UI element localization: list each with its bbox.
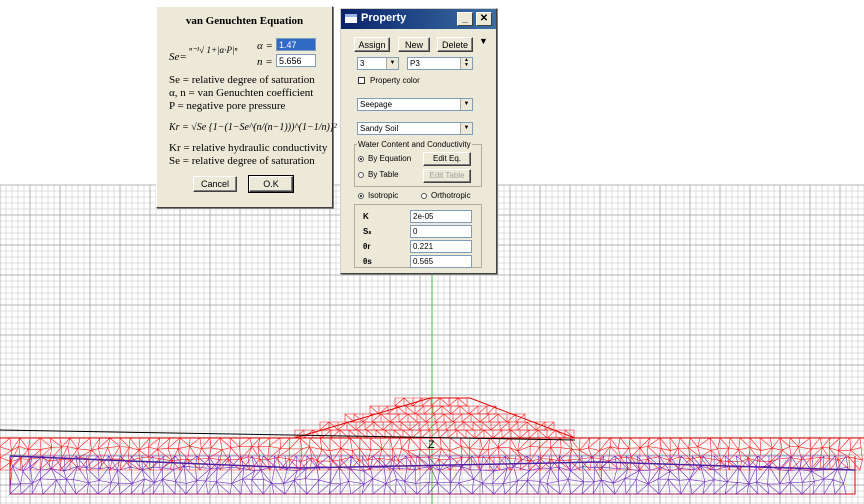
se-equation-lhs: Se= <box>169 51 187 63</box>
by-table-label: By Table <box>368 170 399 179</box>
water-content-group-title: Water Content and Conductivity <box>357 140 472 149</box>
axis-label: Z <box>428 439 435 451</box>
chevron-down-icon: ▼ <box>460 99 472 110</box>
material-value: Sandy Soil <box>360 124 399 133</box>
orthotropic-radio[interactable] <box>421 193 427 199</box>
edit-eq-button[interactable]: Edit Eq. <box>423 152 471 166</box>
def-se-2: Se = relative degree of saturation <box>169 155 315 167</box>
alpha-input[interactable] <box>276 38 316 51</box>
property-id-dropdown[interactable]: 3 ▼ <box>357 57 399 70</box>
ss-label: Sₛ <box>363 227 372 236</box>
analysis-type-value: Seepage <box>360 100 393 109</box>
window-icon <box>345 14 357 23</box>
isotropic-label: Isotropic <box>368 191 399 200</box>
assign-button[interactable]: Assign <box>354 37 390 52</box>
alpha-label: α = <box>257 40 273 52</box>
k-input[interactable]: 2e-05 <box>410 210 472 223</box>
theta-r-label: θr <box>363 242 371 251</box>
property-title: Property <box>361 12 407 24</box>
property-dialog: Property _ ✕ Assign New Delete ▼ 3 ▼ P3 … <box>340 8 497 274</box>
def-p: P = negative pore pressure <box>169 100 286 112</box>
property-titlebar[interactable]: Property _ ✕ <box>341 9 496 29</box>
close-icon[interactable]: ✕ <box>476 12 492 26</box>
theta-r-input[interactable]: 0.221 <box>410 240 472 253</box>
by-equation-radio[interactable] <box>358 156 364 162</box>
edit-table-button[interactable]: Edit Table <box>423 169 471 183</box>
k-label: K <box>363 212 369 221</box>
analysis-type-dropdown[interactable]: Seepage ▼ <box>357 98 473 111</box>
def-alpha-n: α, n = van Genuchten coefficient <box>169 87 314 99</box>
se-equation-rhs: ⁿ⁻¹√ 1+|α·P|ⁿ <box>189 45 238 55</box>
van-genuchten-dialog: van Genuchten Equation Se= ⁿ⁻¹√ 1+|α·P|ⁿ… <box>156 6 337 208</box>
property-name-spinner[interactable]: P3 ▲ ▼ <box>407 57 473 70</box>
n-input[interactable] <box>276 54 316 67</box>
property-id-value: 3 <box>360 59 365 68</box>
by-table-radio[interactable] <box>358 172 364 178</box>
minimize-icon[interactable]: _ <box>457 12 473 26</box>
by-equation-label: By Equation <box>368 154 412 163</box>
def-kr: Kr = relative hydraulic conductivity <box>169 142 328 154</box>
n-label: n = <box>257 56 273 68</box>
theta-s-input[interactable]: 0.565 <box>410 255 472 268</box>
material-dropdown[interactable]: Sandy Soil ▼ <box>357 122 473 135</box>
new-button[interactable]: New <box>398 37 430 52</box>
property-name-value: P3 <box>410 59 420 68</box>
chevron-down-icon: ▼ <box>386 58 398 69</box>
property-color-checkbox[interactable] <box>358 77 365 84</box>
property-color-label: Property color <box>370 76 420 85</box>
theta-s-label: θs <box>363 257 372 266</box>
chevron-down-icon: ▼ <box>460 123 472 134</box>
isotropic-radio[interactable] <box>358 193 364 199</box>
orthotropic-label: Orthotropic <box>431 191 471 200</box>
ss-input[interactable]: 0 <box>410 225 472 238</box>
embankment-mesh <box>319 421 555 431</box>
vg-title: van Genuchten Equation <box>185 15 304 27</box>
spinner-icon: ▲ ▼ <box>460 58 472 69</box>
def-se: Se = relative degree of saturation <box>169 74 315 86</box>
cancel-button[interactable]: Cancel <box>193 176 237 192</box>
ok-button[interactable]: O.K <box>248 175 294 193</box>
delete-button[interactable]: Delete <box>437 37 473 52</box>
kr-equation: Kr = √Se {1−(1−Se^(n/(n−1)))^(1−1/n)}² <box>169 122 337 133</box>
more-arrow-icon[interactable]: ▼ <box>479 36 488 46</box>
